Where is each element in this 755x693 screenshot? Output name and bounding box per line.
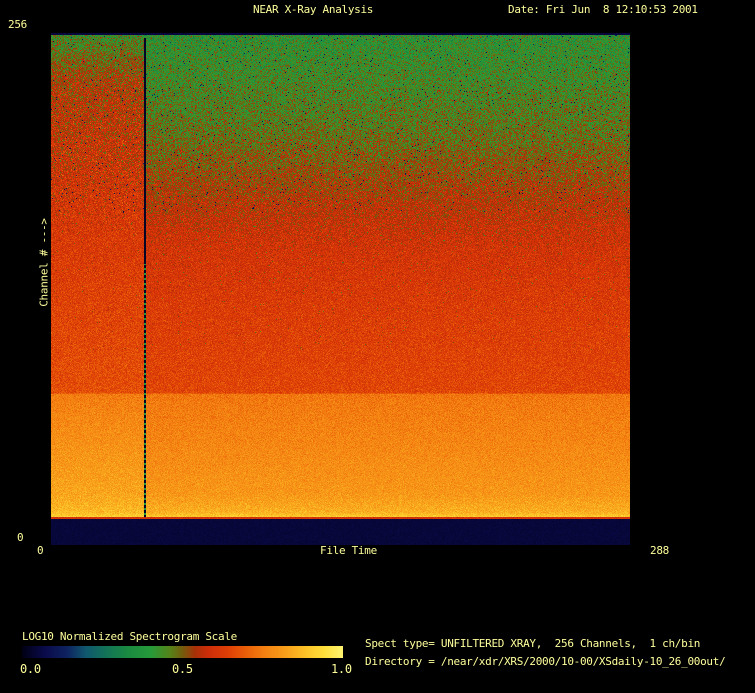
x-axis-title: File Time <box>320 544 377 557</box>
colorbar-title: LOG10 Normalized Spectrogram Scale <box>22 630 237 643</box>
colorbar-gradient <box>22 646 343 658</box>
y-axis-title: Channel # ---> <box>37 218 51 307</box>
spect-type-label: Spect type= UNFILTERED XRAY, 256 Channel… <box>365 637 701 650</box>
directory-label: Directory = /near/xdr/XRS/2000/10-00/XSd… <box>365 655 726 668</box>
x-axis-origin-label: 0 <box>37 544 44 557</box>
app-title: NEAR X-Ray Analysis <box>253 3 374 16</box>
colorbar-tick-max: 1.0 <box>331 662 352 676</box>
date-label: Date: Fri Jun 8 12:10:53 2001 <box>508 3 698 16</box>
y-axis-min-label: 0 <box>17 531 24 544</box>
spectrogram-canvas <box>51 33 630 545</box>
y-axis-max-label: 256 <box>8 18 27 31</box>
colorbar-tick-min: 0.0 <box>20 662 41 676</box>
x-axis-max-label: 288 <box>650 544 669 557</box>
colorbar-tick-mid: 0.5 <box>172 662 193 676</box>
